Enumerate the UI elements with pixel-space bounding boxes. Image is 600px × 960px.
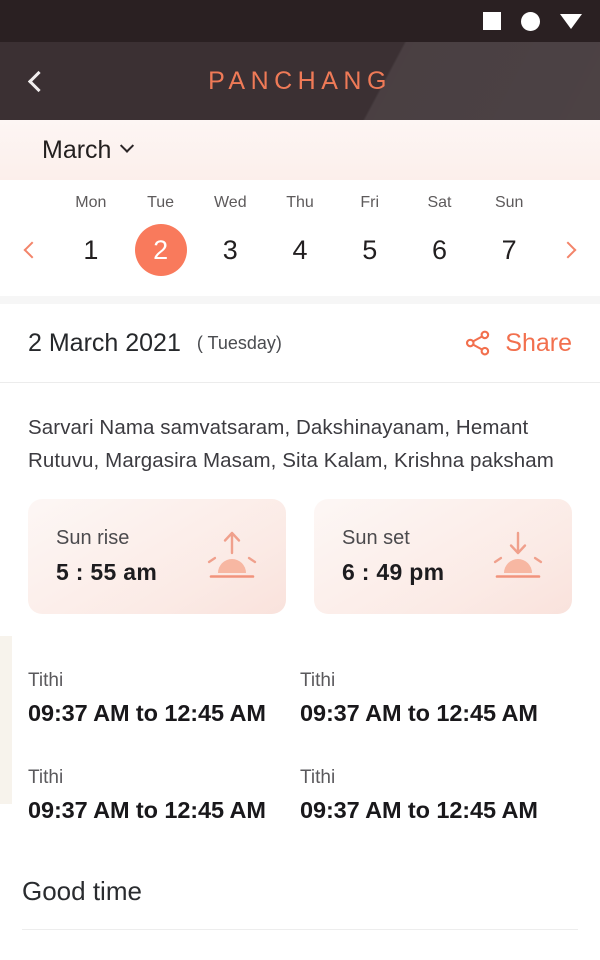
weekday-label: Mon — [75, 194, 107, 211]
share-nodes-icon — [466, 330, 490, 356]
sunrise-card[interactable]: Sun rise 5 : 55 am — [28, 499, 286, 614]
date-row: 1 2 3 4 5 6 7 — [0, 224, 600, 276]
panchang-screen: PANCHANG March Mon Tue Wed Thu Fri Sat S… — [0, 0, 600, 960]
good-time-heading: Good time — [22, 876, 142, 906]
weekday-label: Fri — [360, 194, 380, 211]
prev-week-button[interactable] — [8, 241, 56, 259]
date-number: 7 — [501, 234, 517, 265]
tithi-item: Tithi 09:37 AM to 12:45 AM — [300, 670, 572, 727]
weekday-label: Tue — [147, 194, 175, 211]
good-time-section: Good time — [0, 824, 600, 907]
tithi-value: 09:37 AM to 12:45 AM — [28, 700, 266, 726]
date-cell-selected[interactable]: 2 — [126, 224, 196, 276]
tithi-item: Tithi 09:37 AM to 12:45 AM — [300, 767, 572, 824]
weekday-label: Thu — [286, 194, 314, 211]
selected-date-bar: 2 March 2021 ( Tuesday) Share — [0, 304, 600, 382]
date-cell[interactable]: 4 — [265, 224, 335, 276]
sunrise-icon — [207, 531, 257, 578]
tithi-grid: Tithi 09:37 AM to 12:45 AM Tithi 09:37 A… — [28, 670, 572, 824]
date-number: 1 — [83, 234, 99, 265]
date-cell[interactable]: 1 — [56, 224, 126, 276]
weekday-label: Sat — [427, 194, 452, 211]
date-cell[interactable]: 5 — [335, 224, 405, 276]
tithi-value: 09:37 AM to 12:45 AM — [300, 700, 538, 726]
chevron-down-icon — [120, 138, 135, 153]
chevron-left-icon — [23, 241, 41, 259]
date-number: 3 — [222, 234, 238, 265]
tithi-section: Tithi 09:37 AM to 12:45 AM Tithi 09:37 A… — [0, 614, 600, 824]
date-number: 6 — [431, 234, 447, 265]
next-week-button[interactable] — [544, 241, 592, 259]
weekday-header-row: Mon Tue Wed Thu Fri Sat Sun — [0, 194, 600, 212]
good-time-divider — [22, 929, 578, 930]
sun-cards: Sun rise 5 : 55 am Sun set 6 : 49 pm — [0, 477, 600, 614]
sunset-icon — [493, 531, 543, 578]
page-title: PANCHANG — [208, 66, 392, 95]
selected-date-label: 2 March 2021 — [28, 328, 181, 357]
left-accent-strip — [0, 636, 12, 804]
back-triangle-icon[interactable] — [560, 13, 582, 29]
selected-weekday-label: ( Tuesday) — [196, 332, 282, 353]
tithi-label: Tithi — [300, 670, 336, 691]
sunset-time: 6 : 49 pm — [342, 559, 445, 585]
date-cell[interactable]: 6 — [405, 224, 475, 276]
section-divider — [0, 296, 600, 304]
date-number: 5 — [362, 234, 378, 265]
week-strip: Mon Tue Wed Thu Fri Sat Sun 1 2 3 4 5 6 … — [0, 180, 600, 296]
tithi-item: Tithi 09:37 AM to 12:45 AM — [28, 670, 300, 727]
app-bar: PANCHANG — [0, 42, 600, 120]
month-label: March — [42, 135, 112, 164]
panchang-description: Sarvari Nama samvatsaram, Dakshinayanam,… — [28, 416, 554, 472]
sunset-label: Sun set — [342, 527, 410, 549]
share-label: Share — [505, 328, 572, 357]
weekday-label: Sun — [494, 194, 524, 211]
month-selector[interactable]: March — [0, 120, 600, 180]
date-number: 4 — [292, 234, 308, 265]
recents-square-icon[interactable] — [483, 12, 501, 30]
tithi-label: Tithi — [300, 767, 336, 788]
tithi-label: Tithi — [28, 767, 64, 788]
date-cell[interactable]: 3 — [195, 224, 265, 276]
sunset-card[interactable]: Sun set 6 : 49 pm — [314, 499, 572, 614]
share-button[interactable]: Share — [463, 328, 572, 358]
chevron-right-icon — [559, 241, 577, 259]
date-cell[interactable]: 7 — [474, 224, 544, 276]
sunrise-label: Sun rise — [56, 527, 130, 549]
tithi-value: 09:37 AM to 12:45 AM — [28, 797, 266, 823]
sunrise-time: 5 : 55 am — [56, 559, 158, 585]
status-bar — [0, 0, 600, 42]
tithi-value: 09:37 AM to 12:45 AM — [300, 797, 538, 823]
date-number-selected: 2 — [134, 224, 187, 276]
weekday-label: Wed — [213, 194, 247, 211]
tithi-label: Tithi — [28, 670, 64, 691]
tithi-item: Tithi 09:37 AM to 12:45 AM — [28, 767, 300, 824]
home-circle-icon[interactable] — [521, 11, 540, 31]
